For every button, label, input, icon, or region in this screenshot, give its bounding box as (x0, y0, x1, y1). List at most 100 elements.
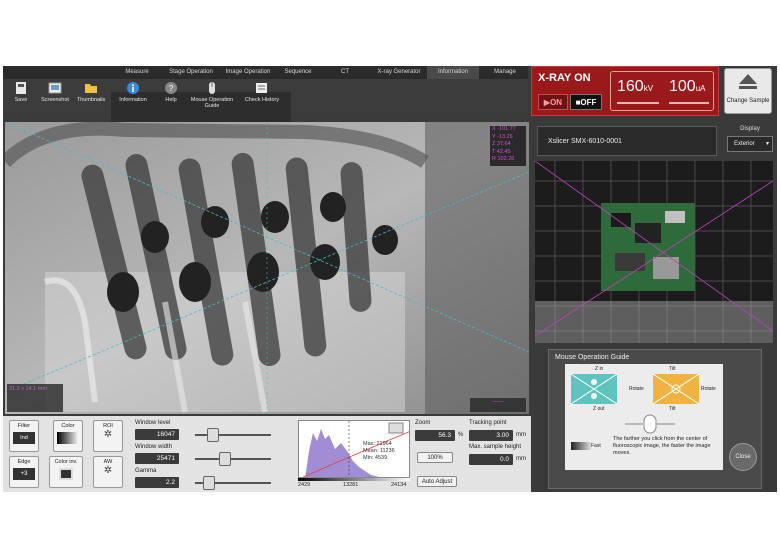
thumbnails-button[interactable]: Thumbnails (73, 81, 109, 117)
xray-settings[interactable]: 160kV 100uA (610, 71, 714, 111)
change-sample-label: Change Sample (726, 98, 770, 104)
tab-stage-operation[interactable]: Stage Operation (163, 66, 219, 79)
speed-gradient (571, 442, 591, 450)
tab-xray-generator[interactable]: X-ray Generator (371, 66, 427, 79)
gamma-label: Gamma (135, 468, 157, 474)
hist-axis-min: 2429 (298, 482, 311, 488)
help-button[interactable]: ? Help (153, 81, 189, 117)
max-height-label: Max. sample height (469, 444, 522, 450)
auto-window-button[interactable]: AW ✲ (93, 456, 123, 488)
close-guide-button[interactable]: Close (729, 443, 757, 471)
edge-select[interactable]: Edge +3 (9, 456, 39, 488)
window-width-value[interactable]: 25471 (135, 453, 179, 464)
ua-readout: 100uA (669, 78, 706, 96)
coord-r: R 102.26 (492, 156, 515, 162)
auto-adjust-button[interactable]: Auto Adjust (417, 476, 457, 487)
hist-min: Min: 4539 (363, 455, 388, 461)
tab-information[interactable]: Information (427, 66, 479, 79)
window-level-value[interactable]: 16047 (135, 429, 179, 440)
eject-icon (739, 74, 757, 89)
zoom-in-label: Z in (595, 366, 604, 372)
edge-value: +3 (13, 468, 35, 480)
tab-image-operation[interactable]: Image Operation (219, 66, 277, 79)
exterior-camera-view[interactable] (535, 161, 773, 343)
hist-max: Max: 21964 (363, 441, 392, 447)
zoom-value[interactable]: 56.3 (415, 430, 455, 441)
device-name: Xslicer SMX-6010-0001 (537, 126, 717, 156)
check-history-label: Check History (244, 97, 280, 103)
color-invert-button[interactable]: Color inv. (49, 456, 83, 488)
information-label: Information (119, 97, 147, 103)
max-height-unit: mm (516, 456, 526, 462)
thumbnails-label: Thumbnails (76, 97, 106, 103)
guide-diagram: Z in Z out Tilt Rotate Rotate Tilt Fast … (565, 364, 723, 470)
camera-image (535, 161, 773, 343)
xray-on-button[interactable]: ▶ON (538, 94, 568, 110)
histogram-stats: Max: 21964 Mean: 11236 Min: 4539 (363, 441, 395, 462)
mouse-guide-icon (625, 414, 675, 434)
color-invert-icon (59, 468, 73, 480)
zoom-out-label: Z out (593, 406, 605, 412)
hist-mean: Mean: 11236 (363, 448, 395, 454)
kv-readout: 160kV (617, 78, 653, 96)
save-button[interactable]: Save (3, 81, 39, 117)
roi-button[interactable]: ROI ✲ (93, 420, 123, 452)
chevron-down-icon: ▾ (765, 141, 769, 147)
information-button[interactable]: Information (115, 81, 151, 117)
max-height-value[interactable]: 0.0 (469, 454, 513, 465)
xray-status-panel: X-RAY ON ▶ON ■OFF 160kV 100uA (531, 66, 719, 116)
tracking-point-value[interactable]: 3.00 (469, 430, 513, 441)
tilt-top-label: Tilt (669, 366, 676, 372)
tab-ct[interactable]: CT (319, 66, 371, 79)
fast-label: Fast (591, 443, 601, 449)
tab-measure[interactable]: Measure (111, 66, 163, 79)
stage-coordinates: X -101.77 Y -13.26 Z 37.64 T 42.45 R 102… (490, 126, 526, 166)
help-label: Help (165, 97, 177, 103)
guide-note: The farther you click from the center of… (613, 436, 711, 456)
kv-unit: kV (643, 84, 654, 93)
gamma-value[interactable]: 2.2 (135, 477, 179, 488)
tilt-bottom-label: Tilt (669, 406, 676, 412)
color-label: Color (61, 423, 75, 429)
folder-icon (85, 84, 97, 93)
tab-manage[interactable]: Manage (479, 66, 531, 79)
window-width-label: Window width (135, 444, 173, 450)
rotate-left-label: Rotate (629, 386, 644, 392)
xray-off-button[interactable]: ■OFF (570, 94, 602, 110)
mouse-guide-button[interactable]: Mouse Operation Guide (189, 81, 235, 117)
color-inv-label: Color inv. (54, 459, 78, 465)
toolbar: Save Screenshot Thumbnails Information ?… (3, 79, 528, 132)
window-width-track[interactable] (195, 458, 271, 460)
menu-bar: Measure Stage Operation Image Operation … (3, 66, 528, 79)
change-sample-button[interactable]: Change Sample (724, 68, 772, 114)
filter-select[interactable]: Filter Ind (9, 420, 39, 452)
histogram[interactable]: Max: 21964 Mean: 11236 Min: 4539 (298, 420, 410, 478)
app-window: Measure Stage Operation Image Operation … (3, 66, 777, 492)
screenshot-button[interactable]: Screenshot (37, 81, 73, 117)
coord-y: Y -13.26 (492, 133, 513, 140)
check-history-button[interactable]: Check History (241, 81, 283, 117)
roi-icon: ✲ (103, 429, 113, 440)
gamma-slider[interactable] (203, 476, 215, 490)
zoom-unit: % (458, 432, 464, 438)
mouse-operation-guide-panel: Mouse Operation Guide Z in Z out Tilt Ro… (548, 349, 762, 489)
tracking-point-unit: mm (516, 432, 526, 438)
xray-image (5, 122, 529, 414)
window-width-slider[interactable] (219, 452, 231, 466)
display-select[interactable]: Exterior ▾ (727, 136, 773, 152)
save-label: Save (14, 97, 28, 103)
tracking-point-label: Tracking point (469, 420, 507, 426)
histogram-gradient (298, 478, 410, 481)
xray-title: X-RAY ON (538, 72, 591, 84)
save-icon (16, 82, 26, 94)
zoom-100-button[interactable]: 100% (417, 452, 453, 463)
camera-panel: Xslicer SMX-6010-0001 Display Exterior ▾ (531, 118, 777, 492)
fluoroscopic-image-viewer[interactable]: X -101.77 Y -13.26 Z 37.64 T 42.45 R 102… (5, 122, 529, 414)
display-value: Exterior (734, 141, 755, 147)
color-select[interactable]: Color (53, 420, 83, 452)
tab-sequence[interactable]: Sequence (277, 66, 319, 79)
help-icon: ? (165, 82, 177, 94)
hist-axis-max: 24134 (391, 482, 407, 488)
coord-x: X -101.77 (492, 126, 516, 132)
window-level-slider[interactable] (207, 428, 219, 442)
